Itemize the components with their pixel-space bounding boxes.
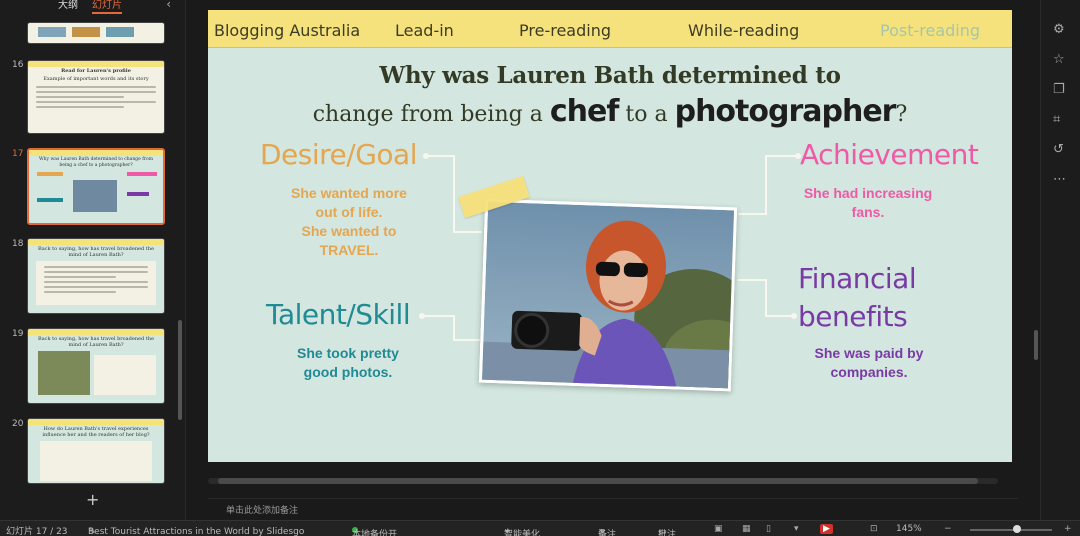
play-icon[interactable]: ▶	[820, 524, 833, 534]
slide-thumbnail-19[interactable]: Back to saying, how has travel broadened…	[27, 328, 165, 404]
photographer-photo[interactable]	[478, 198, 738, 392]
status-bar: 幻灯片 17 / 23 ✎ Best Tourist Attractions i…	[0, 520, 1080, 536]
slide-number: 17	[12, 149, 24, 159]
panel-tabs: 大纲 幻灯片 ‹	[0, 0, 185, 14]
achievement-heading: Achievement	[800, 138, 979, 171]
copy-icon[interactable]: ❐	[1053, 82, 1065, 97]
financial-benefits-heading: Financial benefits	[798, 260, 917, 336]
talent-skill-heading: Talent/Skill	[266, 298, 411, 331]
fit-icon[interactable]: ⊡	[870, 524, 878, 534]
slide-thumbnail-16[interactable]: Read for Lauren's profile Example of imp…	[27, 60, 165, 134]
grid-view-icon[interactable]: ▦	[742, 524, 751, 534]
desire-goal-heading: Desire/Goal	[260, 138, 417, 171]
vertical-scrollbar[interactable]	[1034, 330, 1038, 360]
chevron-left-icon[interactable]: ‹	[166, 0, 171, 10]
theme-label: Best Tourist Attractions in the World by…	[88, 527, 305, 536]
notes-label: 备注	[598, 530, 617, 536]
notes-area[interactable]: 单击此处添加备注	[208, 498, 1018, 520]
thumbnail-title: Back to saying, how has travel broadened…	[38, 246, 154, 258]
thumbnail-title: Read for Lauren's profile	[61, 68, 131, 74]
crop-icon[interactable]: ⌗	[1053, 112, 1060, 127]
thumbnail-subtitle: Example of important words and its story	[43, 76, 149, 82]
slide-thumbnail-20[interactable]: How do Lauren Bath's travel experiences …	[27, 418, 165, 484]
thumbnail-title: Back to saying, how has travel broadened…	[38, 336, 154, 348]
comments-label: 批注	[658, 530, 677, 536]
add-slide-button[interactable]: +	[86, 490, 99, 509]
normal-view-icon[interactable]: ▣	[714, 524, 723, 534]
thumbnail-title: How do Lauren Bath's travel experiences …	[42, 426, 150, 438]
slide-counter: 幻灯片 17 / 23	[6, 527, 68, 536]
slide-thumbnail-18[interactable]: Back to saying, how has travel broadened…	[27, 238, 165, 314]
horizontal-scrollbar[interactable]	[208, 478, 998, 484]
history-icon[interactable]: ↺	[1053, 142, 1064, 157]
talent-skill-text: She took pretty good photos.	[297, 345, 399, 380]
panel-scrollbar[interactable]	[178, 320, 182, 420]
thumbnail-title: Why was Lauren Bath determined to change…	[38, 157, 154, 168]
desire-line2: She wanted to TRAVEL.	[301, 223, 397, 258]
achievement-text: She had increasing fans.	[803, 185, 933, 220]
star-icon[interactable]: ☆	[1053, 52, 1065, 67]
backup-label: 本地备份开	[352, 530, 398, 536]
zoom-slider[interactable]	[970, 529, 1052, 531]
zoom-out-icon[interactable]: −	[944, 524, 952, 534]
slide-panel: 大纲 幻灯片 ‹ 16 Read for Lauren's profile Ex…	[0, 0, 186, 520]
financial-line2: benefits	[798, 300, 908, 333]
presentation-app: 大纲 幻灯片 ‹ 16 Read for Lauren's profile Ex…	[0, 0, 1080, 536]
right-toolbar: ⚙ ☆ ❐ ⌗ ↺ ⋯	[1040, 0, 1080, 520]
slide-editor: Blogging Australia Lead-in Pre-reading W…	[188, 0, 1040, 516]
zoom-in-icon[interactable]: +	[1064, 524, 1072, 534]
slide-number: 19	[12, 329, 24, 339]
desire-goal-text: She wanted more out of life. She wanted …	[283, 184, 415, 260]
slide-number: 20	[12, 419, 24, 429]
desire-line1: She wanted more out of life.	[291, 185, 407, 220]
slide-thumbnail-17[interactable]: Why was Lauren Bath determined to change…	[27, 148, 165, 225]
reading-view-icon[interactable]: ▯	[766, 524, 771, 534]
slide-number: 16	[12, 60, 24, 70]
financial-line1: Financial	[798, 262, 917, 295]
tab-slides[interactable]: 幻灯片	[92, 0, 122, 14]
slide-thumbnail-15[interactable]	[27, 22, 165, 44]
beautify-label: 智能美化	[504, 530, 541, 536]
more-icon[interactable]: ⋯	[1053, 172, 1066, 187]
financial-benefits-text: She was paid by companies.	[814, 345, 924, 380]
zoom-level: 145%	[896, 524, 922, 534]
slide-number: 18	[12, 239, 24, 249]
zoom-slider-handle[interactable]	[1013, 525, 1021, 533]
slide-canvas[interactable]: Blogging Australia Lead-in Pre-reading W…	[208, 10, 1012, 462]
dropdown-icon[interactable]: ▾	[794, 524, 799, 534]
tab-outline[interactable]: 大纲	[58, 0, 78, 12]
settings-icon[interactable]: ⚙	[1053, 22, 1065, 37]
